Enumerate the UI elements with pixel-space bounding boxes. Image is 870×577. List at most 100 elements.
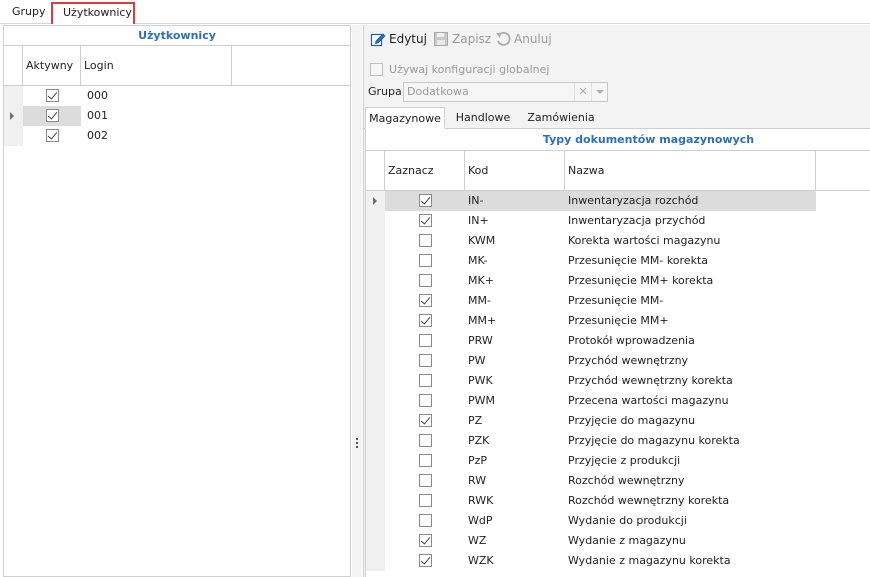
tab-handlowe[interactable]: Handlowe <box>447 107 519 129</box>
tab-uzytkownicy[interactable]: Użytkownicy <box>51 2 135 24</box>
row-indicator[interactable] <box>4 106 23 126</box>
splitter-grip-icon[interactable] <box>355 438 359 452</box>
row-indicator[interactable] <box>4 126 23 146</box>
row-indicator[interactable] <box>366 391 385 411</box>
row-indicator[interactable] <box>366 271 385 291</box>
select-checkbox[interactable] <box>419 494 432 507</box>
document-type-tabs: Magazynowe Handlowe Zamówienia <box>364 107 870 129</box>
row-indicator[interactable] <box>366 371 385 391</box>
select-checkbox[interactable] <box>419 294 432 307</box>
tab-magazynowe[interactable]: Magazynowe <box>365 107 445 129</box>
code-cell: PW <box>468 354 486 367</box>
row-indicator[interactable] <box>4 86 23 106</box>
active-cell <box>23 86 81 106</box>
table-row[interactable]: RW Rozchód wewnętrzny <box>366 471 870 491</box>
table-row[interactable]: 000 <box>4 86 350 106</box>
row-indicator[interactable] <box>366 351 385 371</box>
select-checkbox[interactable] <box>419 534 432 547</box>
row-indicator[interactable] <box>366 471 385 491</box>
table-row[interactable]: RWK Rozchód wewnętrzny korekta <box>366 491 870 511</box>
tab-zamowienia[interactable]: Zamówienia <box>521 107 601 129</box>
active-checkbox[interactable] <box>46 129 59 142</box>
users-panel-title: Użytkownicy <box>4 26 350 46</box>
chevron-down-icon[interactable] <box>591 83 607 101</box>
select-checkbox[interactable] <box>419 434 432 447</box>
select-checkbox[interactable] <box>419 394 432 407</box>
column-header-check[interactable]: Zaznacz <box>385 151 465 190</box>
column-header-active[interactable]: Aktywny <box>23 46 81 85</box>
table-row[interactable]: WZ Wydanie z magazynu <box>366 531 870 551</box>
active-checkbox[interactable] <box>46 89 59 102</box>
row-indicator[interactable] <box>366 231 385 251</box>
table-row[interactable]: PZK Przyjęcie do magazynu korekta <box>366 431 870 451</box>
row-indicator[interactable] <box>366 511 385 531</box>
select-checkbox[interactable] <box>419 214 432 227</box>
row-indicator[interactable] <box>366 211 385 231</box>
table-row[interactable]: MM+ Przesunięcie MM+ <box>366 311 870 331</box>
code-cell: WZ <box>468 534 487 547</box>
select-checkbox[interactable] <box>419 274 432 287</box>
select-checkbox[interactable] <box>419 414 432 427</box>
cancel-button[interactable]: Anuluj <box>495 29 555 49</box>
row-indicator[interactable] <box>366 411 385 431</box>
row-indicator[interactable] <box>366 551 385 571</box>
row-indicator[interactable] <box>366 491 385 511</box>
table-row[interactable]: 002 <box>4 126 350 146</box>
select-checkbox[interactable] <box>419 254 432 267</box>
select-checkbox[interactable] <box>419 554 432 567</box>
select-checkbox[interactable] <box>419 514 432 527</box>
select-checkbox[interactable] <box>419 234 432 247</box>
table-row[interactable]: PW Przychód wewnętrzny <box>366 351 870 371</box>
name-cell: Wydanie z magazynu <box>568 534 686 547</box>
select-checkbox[interactable] <box>419 314 432 327</box>
check-cell <box>385 271 465 291</box>
column-header-login[interactable]: Login <box>81 46 232 85</box>
name-cell: Przyjęcie z produkcji <box>568 454 681 467</box>
check-cell <box>385 491 465 511</box>
table-row[interactable]: PRW Protokół wprowadzenia <box>366 331 870 351</box>
code-cell: PZK <box>468 434 490 447</box>
row-indicator[interactable] <box>366 251 385 271</box>
select-checkbox[interactable] <box>419 374 432 387</box>
table-row[interactable]: MM- Przesunięcie MM- <box>366 291 870 311</box>
table-row[interactable]: PZ Przyjęcie do magazynu <box>366 411 870 431</box>
column-header-name[interactable]: Nazwa <box>565 151 816 190</box>
table-row[interactable]: IN+ Inwentaryzacja przychód <box>366 211 870 231</box>
table-row[interactable]: MK- Przesunięcie MM- korekta <box>366 251 870 271</box>
global-config-checkbox[interactable] <box>370 63 383 76</box>
edit-pencil-icon <box>370 33 386 47</box>
table-row[interactable]: PWK Przychód wewnętrzny korekta <box>366 371 870 391</box>
row-indicator[interactable] <box>366 331 385 351</box>
row-indicator[interactable] <box>366 431 385 451</box>
table-row[interactable]: 001 <box>4 106 350 126</box>
select-checkbox[interactable] <box>419 474 432 487</box>
global-config-option[interactable]: Używaj konfiguracji globalnej <box>370 62 670 78</box>
row-indicator[interactable] <box>366 311 385 331</box>
row-indicator[interactable] <box>366 191 385 211</box>
clear-icon[interactable]: ✕ <box>574 83 591 101</box>
select-checkbox[interactable] <box>419 354 432 367</box>
row-indicator[interactable] <box>366 451 385 471</box>
row-indicator[interactable] <box>366 291 385 311</box>
table-row[interactable]: MK+ Przesunięcie MM+ korekta <box>366 271 870 291</box>
table-row[interactable]: PWM Przecena wartości magazynu <box>366 391 870 411</box>
row-indicator[interactable] <box>366 531 385 551</box>
table-row[interactable]: PzP Przyjęcie z produkcji <box>366 451 870 471</box>
row-indicator-header <box>4 46 23 85</box>
select-checkbox[interactable] <box>419 454 432 467</box>
table-row[interactable]: KWM Korekta wartości magazynu <box>366 231 870 251</box>
panel-splitter[interactable] <box>352 25 362 577</box>
edit-button[interactable]: Edytuj <box>370 29 428 49</box>
active-checkbox[interactable] <box>46 109 59 122</box>
group-select[interactable]: Dodatkowa ✕ <box>403 82 608 102</box>
table-row[interactable]: WdP Wydanie do produkcji <box>366 511 870 531</box>
table-row[interactable]: WZK Wydanie z magazynu korekta <box>366 551 870 571</box>
users-panel: Użytkownicy Aktywny Login 000 001 002 <box>3 25 351 577</box>
save-button[interactable]: Zapisz <box>433 29 491 49</box>
table-row[interactable]: IN- Inwentaryzacja rozchód <box>366 191 870 211</box>
select-checkbox[interactable] <box>419 194 432 207</box>
tab-grupy[interactable]: Grupy <box>2 2 48 24</box>
column-header-code[interactable]: Kod <box>465 151 565 190</box>
select-checkbox[interactable] <box>419 334 432 347</box>
document-types-header: Zaznacz Kod Nazwa <box>366 151 870 191</box>
